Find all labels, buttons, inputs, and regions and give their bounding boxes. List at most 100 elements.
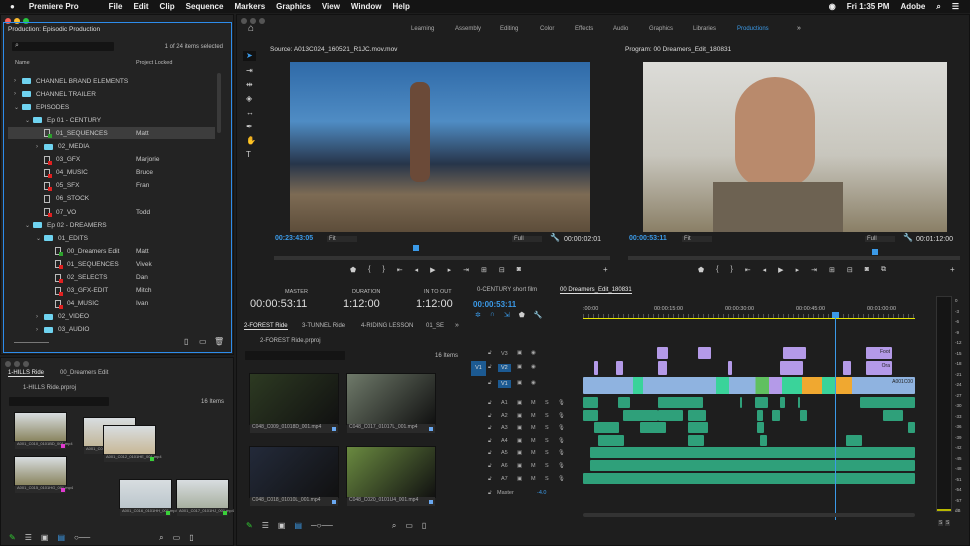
timeline-scrollbar[interactable] [583,513,915,517]
disclosure-icon[interactable]: ⌄ [25,222,33,229]
mute-button[interactable]: M [531,438,536,444]
clip-thumbnail[interactable]: A001_C012_0101HE_001.mp4 [103,425,162,462]
source-quality-select[interactable]: Full [512,236,542,242]
solo-button[interactable]: S [545,450,549,456]
sync-lock-icon[interactable]: ▣ [517,438,522,444]
menu-clip[interactable]: Clip [160,2,175,11]
menu-sequence[interactable]: Sequence [186,2,224,11]
source-monitor-title[interactable]: Source: A013C024_160521_R1JC.mov.mov [270,46,397,53]
program-zoom-select[interactable]: Fit [682,236,712,242]
source-zoom-select[interactable]: Fit [327,236,357,242]
audio-clip-a2[interactable] [883,409,903,421]
project-tree-item[interactable]: › 03_AUDIO [8,324,215,336]
project-tree-item[interactable]: 05_SFX Fran [8,180,215,192]
audio-clip-a2[interactable] [772,409,780,421]
program-playhead[interactable] [872,249,878,255]
nested-clip-v2[interactable] [594,361,598,375]
menu-edit[interactable]: Edit [133,2,148,11]
playhead-handle[interactable] [832,312,839,318]
nested-clip-v2[interactable] [843,361,851,375]
nested-clip-v3[interactable]: Foot [866,347,892,359]
audio-clip-a4[interactable] [598,434,624,446]
sync-lock-icon[interactable]: ▣ [517,463,522,469]
zoom-slider[interactable]: ○── [74,533,90,543]
tab-riding-lesson[interactable]: 4-RIDING LESSON [361,323,413,329]
tab-tunnel-ride[interactable]: 3-TUNNEL Ride [302,323,345,329]
clip-thumbnail[interactable]: C048_C020_0101U4_001.mp4 [346,446,436,506]
nested-clip-v3[interactable] [698,347,711,359]
master-track[interactable]: 🔓︎ Master -4.0 [465,487,583,499]
add-marker-icon[interactable]: ⬟ [350,266,356,274]
lift-icon[interactable]: ⊞ [829,266,835,274]
sync-lock-icon[interactable]: ▣ [517,350,522,356]
nested-clip-v2[interactable] [728,361,732,375]
mark-out-icon[interactable]: } [730,266,732,274]
disclosure-icon[interactable]: › [36,144,44,150]
project-tree-item[interactable]: 01_SEQUENCES Matt [8,127,215,140]
step-back-icon[interactable]: ◂ [763,266,767,274]
workspace-graphics[interactable]: Graphics [649,26,673,32]
audio-clip-a1[interactable] [740,397,742,408]
audio-clip-a1[interactable] [755,397,768,408]
audio-clip-a4[interactable] [688,434,704,446]
track-name[interactable]: A4 [501,438,508,444]
eye-icon[interactable]: ◉ [531,380,536,386]
source-scrubber[interactable] [274,256,610,260]
disclosure-icon[interactable]: › [14,78,22,84]
disclosure-icon[interactable]: ⌄ [14,104,22,111]
type-tool-icon[interactable]: T [246,151,251,159]
audio-clip-a3[interactable] [594,422,619,434]
track-name[interactable]: A7 [501,476,508,482]
column-name[interactable]: Name [15,60,30,66]
track-header-v3[interactable]: 🔓︎ V3 ▣ ◉ [465,347,583,360]
source-add-button-icon[interactable]: + [603,266,608,274]
insert-icon[interactable]: ⊞ [481,266,487,274]
audio-clip-a3[interactable] [640,422,666,434]
track-name[interactable]: A5 [501,450,508,456]
tab-dreamers-edit[interactable]: 00_Dreamers Edit [60,370,108,376]
new-bin-icon[interactable]: ▭ [199,338,207,346]
sync-lock-icon[interactable]: ▣ [517,476,522,482]
track-name[interactable]: A3 [501,425,508,431]
source-patch-v1[interactable]: V1 [471,361,486,376]
lock-icon[interactable]: 🔓︎ [488,400,492,407]
disclosure-icon[interactable]: › [36,327,44,333]
project-tree-item[interactable]: › 02_VIDEO [8,311,215,323]
solo-right-button[interactable]: S [945,520,951,526]
track-name[interactable]: V2 [498,364,511,372]
sync-lock-icon[interactable]: ▣ [517,450,522,456]
pencil-icon[interactable]: ✎ [9,533,16,543]
voiceover-mic-icon[interactable]: 🎙︎ [558,400,565,406]
menu-graphics[interactable]: Graphics [276,2,311,11]
new-item-icon[interactable]: ▯ [184,338,188,346]
track-name[interactable]: A2 [501,413,508,419]
program-settings-wrench-icon[interactable]: 🔧 [903,234,913,242]
scrollbar[interactable] [217,73,221,133]
pencil-icon[interactable]: ✎ [246,521,253,531]
find-icon[interactable]: ⌕ [392,521,396,531]
workspace-editing[interactable]: Editing [500,26,518,32]
apple-icon[interactable]: ● [10,2,15,11]
track-header-a2[interactable]: 🔓︎ A2 ▣ M S 🎙︎ [465,410,583,422]
solo-button[interactable]: S [545,476,549,482]
source-timecode[interactable]: 00:23:43:05 [275,235,313,242]
track-name[interactable]: A6 [501,463,508,469]
find-icon[interactable]: ⌕ [159,533,163,543]
source-playhead[interactable] [413,245,419,251]
nested-clip-v2[interactable]: Ora [866,361,892,375]
sync-lock-icon[interactable]: ▣ [517,413,522,419]
tab-01-se[interactable]: 01_SE [426,323,444,329]
notification-icon[interactable]: ☰ [952,2,959,11]
compare-icon[interactable]: ⧉ [881,266,886,274]
go-to-in-icon[interactable]: ⇤ [397,266,403,274]
lock-icon[interactable]: 🔓︎ [488,438,492,445]
solo-button[interactable]: S [545,400,549,406]
tab-forest-ride[interactable]: 2-FOREST Ride [244,323,288,330]
zoom-slider[interactable] [14,342,49,343]
project-tree-item[interactable]: ⌄ 01_EDITS [8,232,215,244]
home-icon[interactable]: ⌂ [248,24,254,34]
sync-lock-icon[interactable]: ▣ [517,400,522,406]
track-header-a1[interactable]: 🔓︎ A1 ▣ M S 🎙︎ [465,397,583,409]
slip-tool-icon[interactable]: ↔ [246,109,254,117]
audio-clip-a7[interactable] [583,472,915,484]
